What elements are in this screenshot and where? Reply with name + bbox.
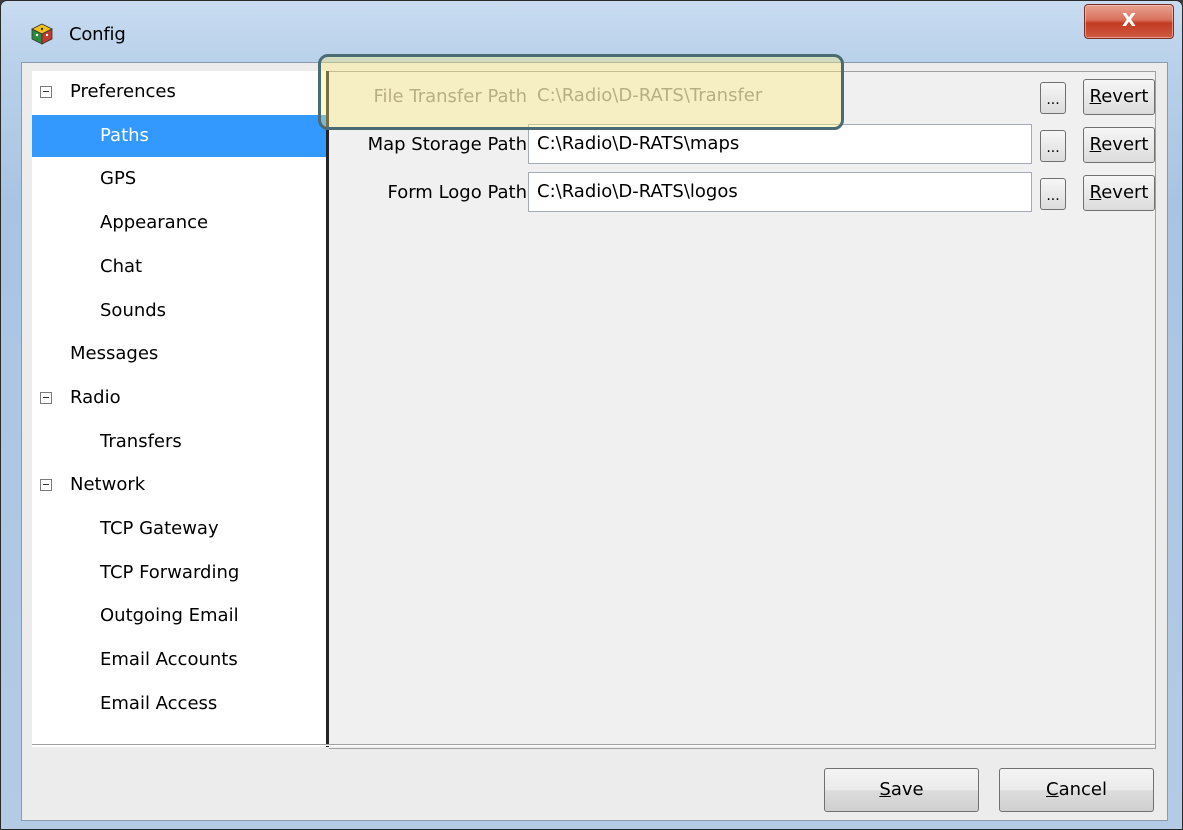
collapse-minus-icon[interactable] [40, 479, 52, 492]
tree-item-appearance[interactable]: Appearance [32, 202, 326, 244]
tree-item-network[interactable]: Network [32, 464, 326, 506]
tree-item-label: Sounds [100, 299, 167, 321]
tree-item-email-access[interactable]: Email Access [32, 683, 326, 725]
close-icon: X [1122, 10, 1136, 31]
tree-item-label: Appearance [100, 212, 209, 234]
config-window: Config X Preferences Paths GPS Appearance Ch… [0, 0, 1183, 830]
map-storage-path-revert-button[interactable]: Revert [1083, 127, 1155, 163]
tree-item-chat[interactable]: Chat [32, 246, 326, 288]
config-tree[interactable]: Preferences Paths GPS Appearance Chat Sounds M… [32, 71, 326, 747]
close-button[interactable]: X [1084, 4, 1174, 39]
tree-item-transfers[interactable]: Transfers [32, 421, 326, 463]
tree-item-label: TCP Gateway [100, 518, 219, 539]
tree-item-label: Outgoing Email [100, 605, 239, 627]
highlight-overlay [318, 54, 844, 130]
cancel-button[interactable]: Cancel [999, 768, 1154, 812]
dice-cube-icon [31, 23, 53, 45]
tree-item-label: GPS [100, 168, 137, 190]
collapse-minus-icon[interactable] [40, 391, 52, 404]
map-storage-path-row: Map Storage Path C:\Radio\D-RATS\maps... R… [329, 124, 1155, 166]
tree-item-label: Preferences [70, 81, 176, 102]
save-label: Save [879, 779, 924, 800]
file-transfer-path-revert-button[interactable]: Revert [1083, 79, 1155, 115]
revert-label: Revert [1089, 86, 1149, 107]
dialog-body: Preferences Paths GPS Appearance Chat Sounds M… [21, 62, 1168, 821]
form-logo-path-browse-button[interactable]: ... [1040, 178, 1066, 210]
form-logo-path-revert-button[interactable]: Revert [1083, 175, 1155, 211]
file-transfer-path-browse-button[interactable]: ... [1040, 82, 1066, 114]
map-storage-path-label: Map Storage Path [367, 134, 527, 155]
tree-item-gps[interactable]: GPS [32, 158, 326, 200]
tree-item-tcp-gateway[interactable]: TCP Gateway [32, 508, 326, 550]
tree-item-email-accounts[interactable]: Email Accounts [32, 639, 326, 681]
form-logo-path-input[interactable]: C:\Radio\D-RATS\logos [528, 172, 1032, 212]
form-logo-path-row: Form Logo Path C:\Radio\D-RATS\logos... Re… [329, 172, 1155, 214]
map-storage-path-input[interactable]: C:\Radio\D-RATS\maps [528, 124, 1032, 164]
tree-item-label: Chat [100, 255, 143, 277]
revert-label: Revert [1089, 182, 1149, 203]
tree-item-label: Radio [70, 386, 121, 408]
save-button[interactable]: Save [824, 768, 979, 812]
tree-item-tcp-forwarding[interactable]: TCP Forwarding [32, 552, 326, 594]
tree-item-label: Email Access [100, 692, 218, 714]
tree-item-paths[interactable]: Paths [32, 114, 326, 157]
tree-item-label: Messages [70, 343, 159, 365]
tree-item-label: TCP Forwarding [100, 561, 240, 583]
paths-panel: File Transfer Path C:\Radio\D-RATS\Transf… [329, 71, 1156, 749]
window-title: Config [69, 24, 126, 45]
tree-item-label: Network [70, 474, 146, 496]
tree-item-label: Paths [100, 124, 149, 146]
tree-item-preferences[interactable]: Preferences [32, 71, 326, 113]
footer-separator [32, 744, 1155, 746]
tree-item-outgoing-email[interactable]: Outgoing Email [32, 595, 326, 637]
tree-item-label: Transfers [100, 430, 182, 452]
tree-item-messages[interactable]: Messages [32, 333, 326, 375]
tree-item-sounds[interactable]: Sounds [32, 290, 326, 332]
cancel-label: Cancel [1046, 779, 1107, 800]
map-storage-path-browse-button[interactable]: ... [1040, 130, 1066, 162]
revert-label: Revert [1089, 134, 1149, 155]
tree-item-radio[interactable]: Radio [32, 377, 326, 419]
collapse-minus-icon[interactable] [40, 86, 52, 98]
form-logo-path-label: Form Logo Path [387, 182, 528, 203]
tree-item-label: Email Accounts [100, 649, 238, 671]
